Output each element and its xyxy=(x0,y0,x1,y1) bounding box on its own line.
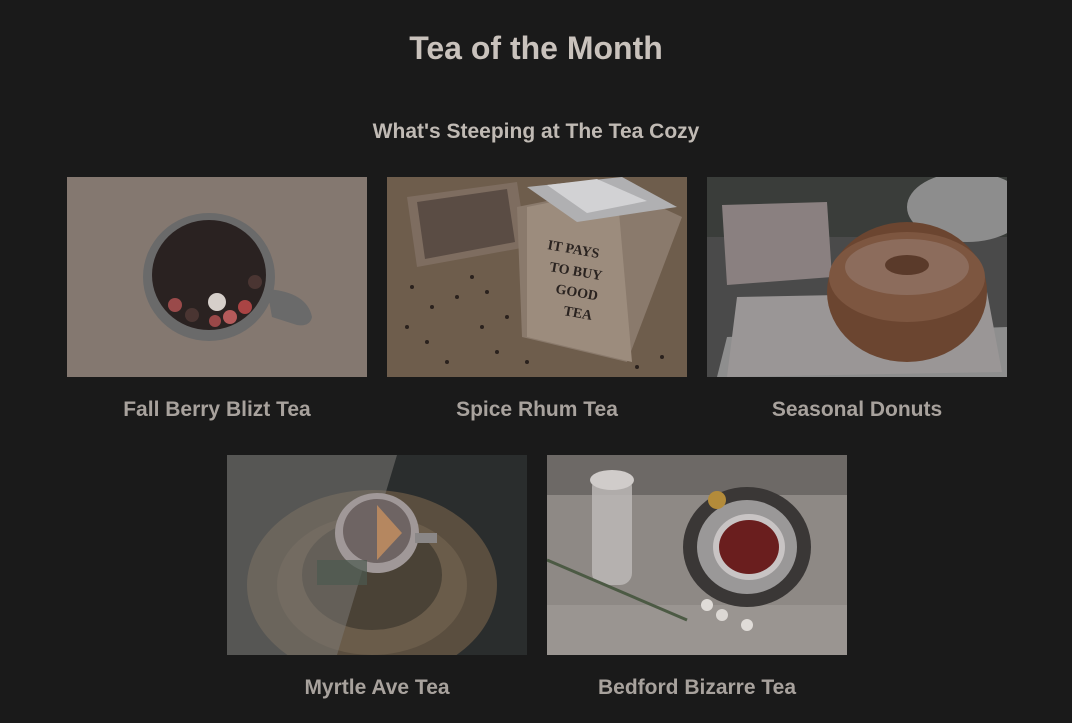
product-label[interactable]: Fall Berry Blizt Tea xyxy=(67,397,367,423)
product-label[interactable]: Seasonal Donuts xyxy=(707,397,1007,423)
page-title: Tea of the Month xyxy=(409,30,663,66)
product-card-spice-rhum[interactable]: IT PAYS TO BUY GOOD TEA Spice Rhum Tea xyxy=(387,177,687,423)
tea-box-image[interactable]: IT PAYS TO BUY GOOD TEA xyxy=(387,177,687,377)
donut-image[interactable] xyxy=(707,177,1007,377)
page: Tea of the Month What's Steeping at The … xyxy=(0,0,1072,723)
product-card-seasonal-donuts[interactable]: Seasonal Donuts xyxy=(707,177,1007,423)
product-card-fall-berry[interactable]: Fall Berry Blizt Tea xyxy=(67,177,367,423)
product-label[interactable]: Bedford Bizarre Tea xyxy=(547,675,847,701)
product-card-bedford-bizarre[interactable]: Bedford Bizarre Tea xyxy=(547,455,847,701)
section-subtitle: What's Steeping at The Tea Cozy xyxy=(372,120,700,143)
berry-tea-cup-image[interactable] xyxy=(67,177,367,377)
tea-cup-on-wood-image[interactable] xyxy=(227,455,527,655)
product-label[interactable]: Myrtle Ave Tea xyxy=(227,675,527,701)
product-label[interactable]: Spice Rhum Tea xyxy=(387,397,687,423)
product-card-myrtle-ave[interactable]: Myrtle Ave Tea xyxy=(227,455,527,701)
red-tea-cup-with-jar-image[interactable] xyxy=(547,455,847,655)
